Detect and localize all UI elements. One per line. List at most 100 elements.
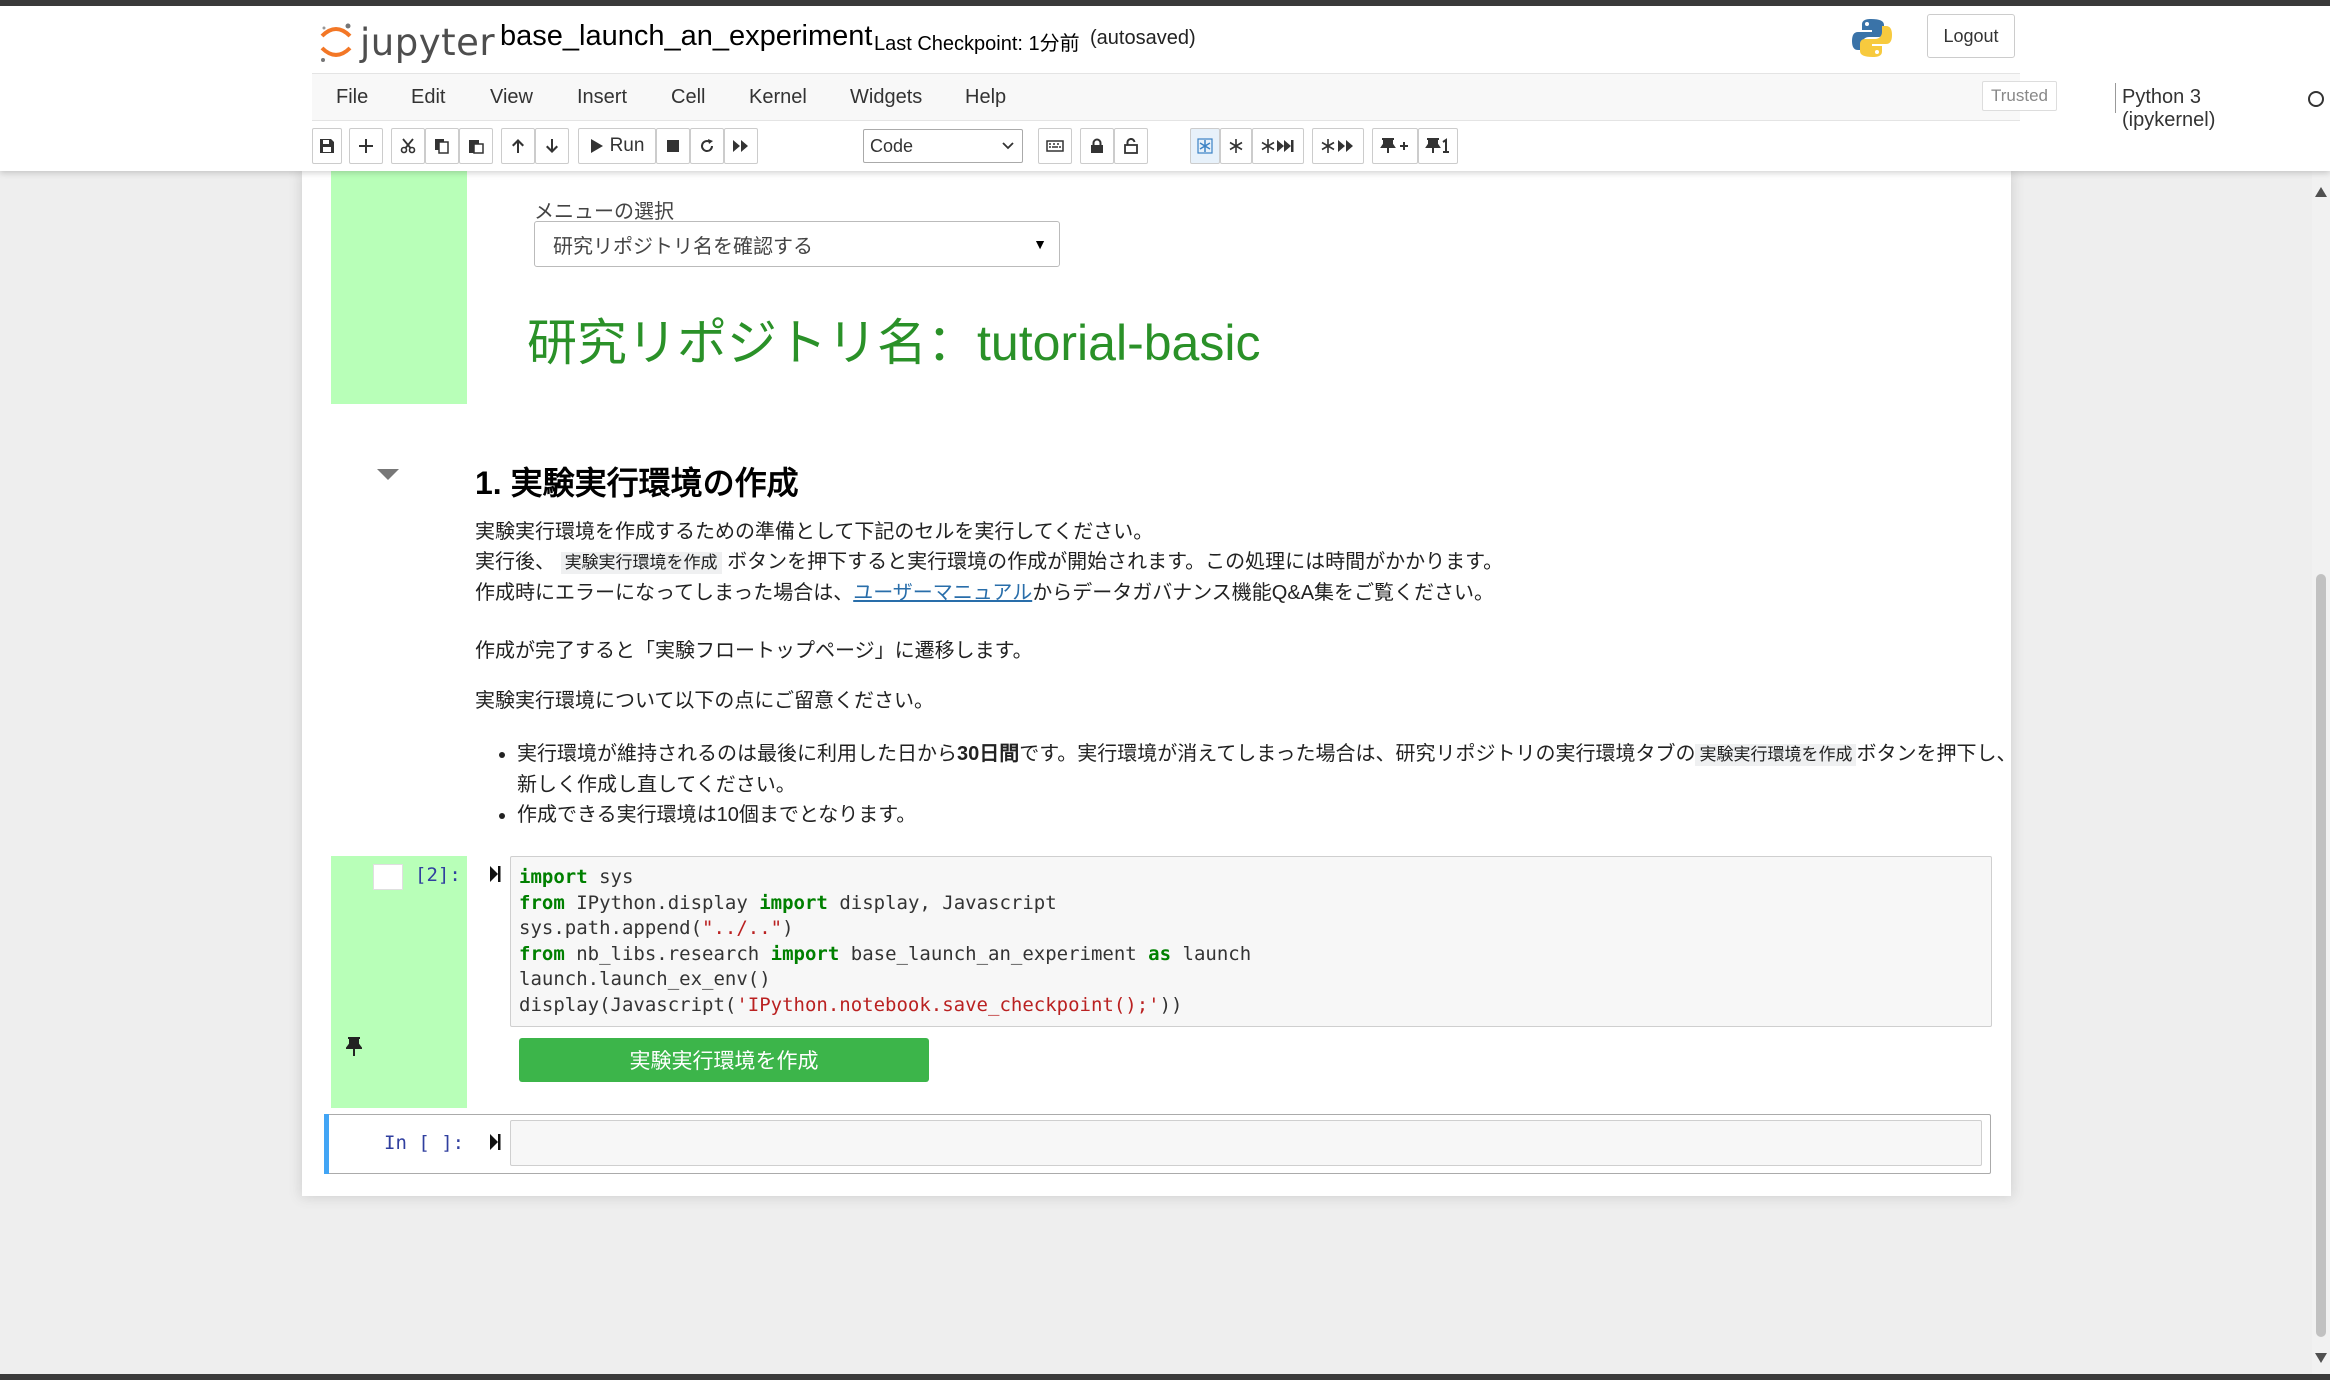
- save-button[interactable]: [312, 128, 342, 164]
- fast-forward-icon: [733, 140, 748, 152]
- dropdown-caret-icon: ▼: [1033, 236, 1047, 252]
- restart-icon: [701, 139, 714, 152]
- move-down-button[interactable]: [535, 128, 569, 164]
- interrupt-button[interactable]: [656, 128, 690, 164]
- move-up-button[interactable]: [501, 128, 535, 164]
- scroll-up-icon[interactable]: [2315, 187, 2327, 197]
- freeze-above-button[interactable]: [1252, 128, 1304, 164]
- stop-icon: [667, 140, 679, 152]
- menu-insert[interactable]: Insert: [577, 86, 627, 109]
- notebook-name[interactable]: base_launch_an_experiment: [500, 20, 872, 53]
- pin-icon: [346, 1037, 362, 1056]
- freeze-button[interactable]: [1220, 128, 1252, 164]
- create-environment-button[interactable]: 実験実行環境を作成: [519, 1038, 929, 1082]
- menu-select-label: メニューの選択: [534, 201, 674, 223]
- empty-cell-prompt: In [ ]:: [384, 1132, 465, 1154]
- menu-select-dropdown[interactable]: 研究リポジトリ名を確認する ▼: [534, 221, 1060, 267]
- inline-code-create-env-2: 実験実行環境を作成: [1695, 744, 1857, 766]
- intro-line-2-pre: 実行後、: [475, 551, 555, 573]
- pin-plus-icon: [1380, 138, 1408, 153]
- arrow-up-icon: [512, 139, 524, 153]
- repository-name-heading: 研究リポジトリ名：tutorial-basic: [527, 315, 1261, 371]
- scroll-down-icon[interactable]: [2315, 1353, 2327, 1363]
- menubar: File Edit View Insert Cell Kernel Widget…: [312, 73, 2324, 131]
- code-cell-prompt-area: [331, 856, 467, 1108]
- kernel-name[interactable]: Python 3 (ipykernel): [2122, 86, 2215, 132]
- menu-select-value: 研究リポジトリ名を確認する: [553, 235, 813, 258]
- python-logo-icon: [1850, 16, 1894, 65]
- code-editor[interactable]: import sys from IPython.display import d…: [510, 856, 1992, 1027]
- checkpoint-status: Last Checkpoint: 1分前: [874, 33, 1080, 55]
- notebook-header: jupyter base_launch_an_experiment Last C…: [0, 6, 2330, 171]
- copy-icon: [435, 139, 449, 154]
- jupyter-logo[interactable]: jupyter: [318, 16, 495, 68]
- intro-line-2-post: ボタンを押下すると実行環境の作成が開始されます。この処理には時間がかかります。: [727, 551, 1504, 573]
- menu-help[interactable]: Help: [965, 86, 1006, 109]
- run-label: Run: [609, 135, 645, 156]
- inline-code-create-env: 実験実行環境を作成: [560, 552, 722, 574]
- snowflake-skip-icon: [1261, 139, 1294, 153]
- kernel-idle-icon: [2308, 91, 2324, 107]
- chevron-down-icon: [1002, 142, 1014, 150]
- freeze-below-button[interactable]: [1312, 128, 1364, 164]
- run-cell-icon[interactable]: [489, 865, 501, 883]
- pin-one-icon: [1425, 138, 1449, 153]
- freeze-highlight-button[interactable]: [1190, 128, 1220, 164]
- pin-one-button[interactable]: [1418, 128, 1458, 164]
- menu-cell[interactable]: Cell: [671, 86, 705, 109]
- intro-line-3-pre: 作成時にエラーになってしまった場合は、: [475, 582, 854, 604]
- keyboard-icon: [1046, 140, 1064, 152]
- copy-button[interactable]: [425, 128, 459, 164]
- list-item: 作成できる実行環境は10個までとなります。: [517, 800, 2027, 830]
- pin-add-button[interactable]: [1372, 128, 1418, 164]
- menu-kernel[interactable]: Kernel: [749, 86, 807, 109]
- snowflake-icon: [1229, 139, 1243, 153]
- user-manual-link[interactable]: ユーザーマニュアル: [853, 582, 1032, 604]
- trusted-indicator[interactable]: Trusted: [1982, 81, 2058, 111]
- section-heading: 1. 実験実行環境の作成: [475, 465, 799, 501]
- unlock-button[interactable]: [1114, 128, 1148, 164]
- paragraph-completion: 作成が完了すると「実験フロートップページ」に遷移します。: [475, 640, 1033, 662]
- intro-line-3-post: からデータガバナンス機能Q&A集をご覧ください。: [1032, 582, 1495, 604]
- list-item: 実行環境が維持されるのは最後に利用した日から30日間です。実行環境が消えてしまっ…: [517, 739, 2027, 800]
- run-button[interactable]: Run: [578, 128, 656, 164]
- bullet1-bold: 30日間: [957, 743, 1020, 765]
- save-icon: [320, 139, 334, 153]
- collapse-heading-icon[interactable]: [377, 469, 399, 480]
- snowflake-forward-icon: [1321, 139, 1353, 153]
- page-scrollbar[interactable]: [2312, 171, 2330, 1374]
- autosave-status: (autosaved): [1090, 27, 1196, 49]
- paste-button[interactable]: [459, 128, 493, 164]
- cell-type-select[interactable]: Code: [863, 129, 1023, 163]
- restart-run-all-button[interactable]: [724, 128, 758, 164]
- menu-file[interactable]: File: [336, 86, 368, 109]
- menu-widgets[interactable]: Widgets: [850, 86, 922, 109]
- paragraph-notes: 実験実行環境について以下の点にご留意ください。: [475, 690, 934, 712]
- notes-list: 実行環境が維持されるのは最後に利用した日から30日間です。実行環境が消えてしまっ…: [475, 739, 2027, 830]
- empty-code-editor[interactable]: [510, 1120, 1982, 1166]
- unlock-icon: [1124, 138, 1138, 154]
- restart-button[interactable]: [690, 128, 724, 164]
- cell-checkbox[interactable]: [373, 864, 403, 890]
- scissors-icon: [400, 138, 416, 154]
- menu-edit[interactable]: Edit: [411, 86, 445, 109]
- menu-view[interactable]: View: [490, 86, 533, 109]
- arrow-down-icon: [546, 139, 558, 153]
- bullet1-pre: 実行環境が維持されるのは最後に利用した日から: [517, 743, 957, 765]
- execution-count: [2]:: [415, 864, 461, 886]
- logout-button[interactable]: Logout: [1927, 14, 2015, 58]
- run-cell-icon[interactable]: [489, 1133, 501, 1151]
- insert-cell-button[interactable]: [349, 128, 383, 164]
- snowflake-highlight-icon: [1197, 138, 1213, 154]
- command-palette-button[interactable]: [1038, 128, 1072, 164]
- lock-button[interactable]: [1080, 128, 1114, 164]
- code-text: import sys from IPython.display import d…: [519, 866, 1252, 1016]
- cut-button[interactable]: [391, 128, 425, 164]
- play-icon: [590, 139, 603, 153]
- scrollbar-thumb[interactable]: [2316, 574, 2326, 1337]
- kernel-divider: [2115, 83, 2116, 113]
- bullet1-mid: です。実行環境が消えてしまった場合は、研究リポジトリの実行環境タブの: [1019, 743, 1696, 765]
- paragraph-intro: 実験実行環境を作成するための準備として下記のセルを実行してください。 実行後、 …: [475, 517, 1503, 608]
- intro-line-1: 実験実行環境を作成するための準備として下記のセルを実行してください。: [475, 521, 1154, 543]
- cell-type-value: Code: [870, 135, 914, 156]
